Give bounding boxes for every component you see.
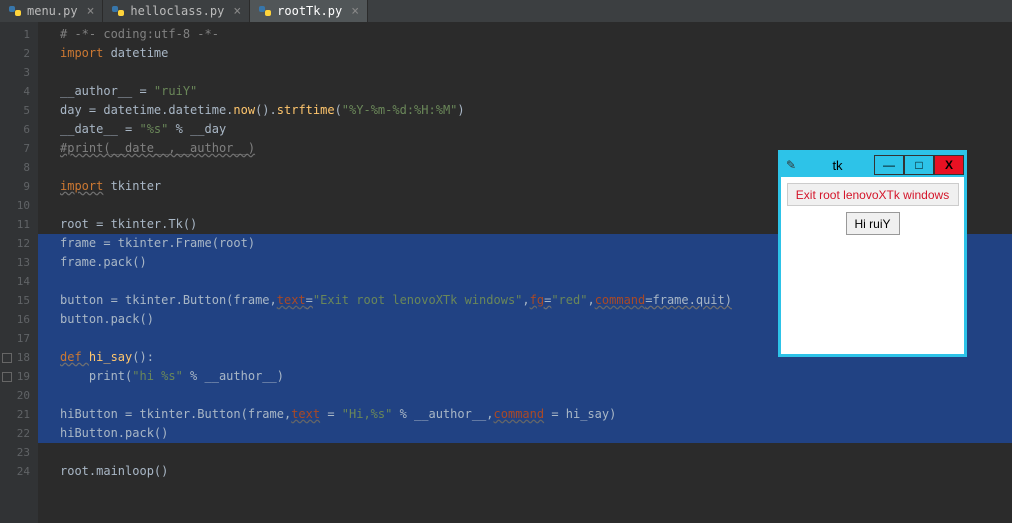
line-number: 10 xyxy=(0,196,38,215)
line-number: 17 xyxy=(0,329,38,348)
editor-main: 1 2 3 4 5 6 7 8 9 10 11 12 13 14 15 16 1… xyxy=(0,22,1012,523)
tab-label: rootTk.py xyxy=(277,4,342,18)
line-number: 7 xyxy=(0,139,38,158)
exit-button[interactable]: Exit root lenovoXTk windows xyxy=(787,183,959,206)
close-icon[interactable]: × xyxy=(233,4,241,19)
line-number[interactable]: 18 xyxy=(0,348,38,367)
feather-icon: ✎ xyxy=(781,158,801,172)
tab-bar: menu.py × helloclass.py × rootTk.py × xyxy=(0,0,1012,22)
tab-roottk[interactable]: rootTk.py × xyxy=(250,0,368,22)
tk-titlebar[interactable]: ✎ tk — □ X xyxy=(781,153,964,177)
tk-title: tk xyxy=(801,158,874,173)
code-area[interactable]: # -*- coding:utf-8 -*- import datetime _… xyxy=(38,22,1012,523)
code-line: day = datetime.datetime.now().strftime("… xyxy=(38,101,1012,120)
line-number: 16 xyxy=(0,310,38,329)
line-number: 6 xyxy=(0,120,38,139)
code-line: import datetime xyxy=(38,44,1012,63)
window-controls: — □ X xyxy=(874,155,964,175)
line-number: 14 xyxy=(0,272,38,291)
minimize-button[interactable]: — xyxy=(874,155,904,175)
line-number: 13 xyxy=(0,253,38,272)
code-line: __date__ = "%s" % __day xyxy=(38,120,1012,139)
tab-label: helloclass.py xyxy=(130,4,224,18)
line-number: 1 xyxy=(0,25,38,44)
line-number: 3 xyxy=(0,63,38,82)
line-number: 22 xyxy=(0,424,38,443)
tab-helloclass[interactable]: helloclass.py × xyxy=(103,0,250,22)
python-icon xyxy=(111,4,125,18)
code-line xyxy=(38,63,1012,82)
line-number: 11 xyxy=(0,215,38,234)
line-number: 4 xyxy=(0,82,38,101)
tk-window: ✎ tk — □ X Exit root lenovoXTk windows H… xyxy=(778,150,967,357)
line-number: 23 xyxy=(0,443,38,462)
maximize-button[interactable]: □ xyxy=(904,155,934,175)
code-line: print("hi %s" % __author__) xyxy=(38,367,1012,386)
line-number: 21 xyxy=(0,405,38,424)
code-line: hiButton = tkinter.Button(frame,text = "… xyxy=(38,405,1012,424)
tab-menu[interactable]: menu.py × xyxy=(0,0,103,22)
line-gutter: 1 2 3 4 5 6 7 8 9 10 11 12 13 14 15 16 1… xyxy=(0,22,38,523)
code-line: root.mainloop() xyxy=(38,462,1012,481)
hi-button[interactable]: Hi ruiY xyxy=(846,212,900,235)
close-icon[interactable]: × xyxy=(87,4,95,19)
line-number: 12 xyxy=(0,234,38,253)
code-line: # -*- coding:utf-8 -*- xyxy=(38,25,1012,44)
python-icon xyxy=(258,4,272,18)
tab-label: menu.py xyxy=(27,4,78,18)
code-line xyxy=(38,386,1012,405)
tk-body: Exit root lenovoXTk windows Hi ruiY xyxy=(781,177,964,354)
line-number: 24 xyxy=(0,462,38,481)
line-number[interactable]: 19 xyxy=(0,367,38,386)
close-icon[interactable]: × xyxy=(351,4,359,19)
line-number: 5 xyxy=(0,101,38,120)
close-button[interactable]: X xyxy=(934,155,964,175)
code-line: __author__ = "ruiY" xyxy=(38,82,1012,101)
line-number: 8 xyxy=(0,158,38,177)
code-line: hiButton.pack() xyxy=(38,424,1012,443)
code-line xyxy=(38,443,1012,462)
line-number: 20 xyxy=(0,386,38,405)
line-number: 15 xyxy=(0,291,38,310)
line-number: 9 xyxy=(0,177,38,196)
line-number: 2 xyxy=(0,44,38,63)
python-icon xyxy=(8,4,22,18)
